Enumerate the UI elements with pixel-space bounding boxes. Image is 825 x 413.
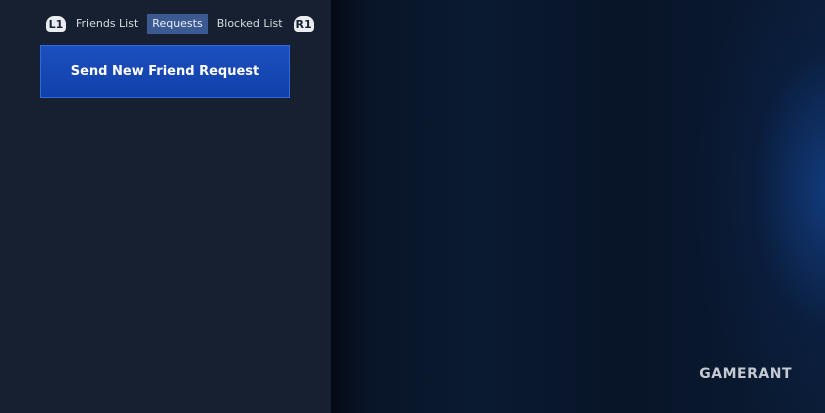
tab-blocked-list[interactable]: Blocked List <box>212 14 288 34</box>
tab-friends-list[interactable]: Friends List <box>71 14 143 34</box>
watermark-logo: GAMERANT <box>699 366 792 382</box>
l1-button-icon[interactable]: L1 <box>46 16 66 32</box>
send-new-friend-request-button[interactable]: Send New Friend Request <box>40 45 290 98</box>
tab-bar: L1 Friends List Requests Blocked List R1 <box>46 14 314 34</box>
r1-button-icon[interactable]: R1 <box>293 16 314 32</box>
friends-panel: L1 Friends List Requests Blocked List R1… <box>0 0 331 413</box>
background-area <box>331 0 825 413</box>
tab-requests[interactable]: Requests <box>147 14 208 34</box>
